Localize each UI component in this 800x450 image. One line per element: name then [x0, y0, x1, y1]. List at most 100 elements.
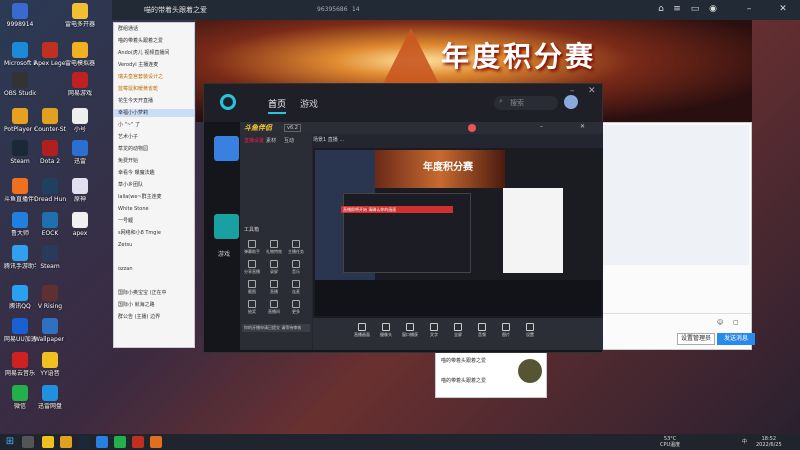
desktop-icon[interactable]: 腾讯QQ: [4, 285, 36, 310]
chat-member-row[interactable]: 群组通话: [114, 25, 194, 33]
tool-button[interactable]: 连麦: [288, 280, 304, 295]
desktop-icon[interactable]: 腾讯手游助手: [4, 245, 36, 270]
tool-button[interactable]: 弹幕助手: [244, 240, 260, 255]
sidebar-item[interactable]: [214, 136, 239, 161]
desktop-icon[interactable]: 雷电模拟器: [64, 42, 96, 67]
tab-live-settings[interactable]: 直播设置: [244, 137, 264, 144]
minimize-icon[interactable]: –: [742, 2, 756, 16]
desktop-icon[interactable]: PotPlayer 64 bit: [4, 108, 36, 133]
chat-member-row[interactable]: 群公告 (主播) 边界: [114, 313, 194, 321]
toolbar-button[interactable]: 全屏: [449, 323, 467, 338]
tab-materials[interactable]: 素材: [266, 137, 276, 144]
tab-interact[interactable]: 互动: [284, 137, 294, 144]
gamepad-icon[interactable]: ▭: [688, 2, 702, 16]
chat-member-row[interactable]: 艺术小子: [114, 133, 194, 141]
desktop-icon[interactable]: OBS Studio: [4, 72, 36, 97]
close-icon[interactable]: ✕: [776, 2, 790, 16]
wechat-icon[interactable]: [114, 436, 126, 448]
chat-member-row[interactable]: Verodyl 主播连麦: [114, 61, 194, 69]
input-language[interactable]: 中: [742, 439, 747, 445]
tool-button[interactable]: 录屏: [266, 260, 282, 275]
tool-button[interactable]: 截图: [244, 280, 260, 295]
chat-member-row[interactable]: ozzan: [114, 265, 194, 273]
taskbar-app-icon[interactable]: [150, 436, 162, 448]
desktop-icon[interactable]: Dread Hunger: [34, 178, 66, 203]
desktop-icon[interactable]: apex: [64, 212, 96, 237]
chat-member-row[interactable]: 一号鲤: [114, 217, 194, 225]
emoji-icon[interactable]: ☺: [717, 319, 723, 326]
avatar[interactable]: [468, 124, 476, 132]
tool-button[interactable]: 更多: [288, 300, 304, 315]
desktop-icon[interactable]: EOCK: [34, 212, 66, 237]
chat-member-row[interactable]: 草龙的动物园: [114, 145, 194, 153]
desktop-icon[interactable]: Dota 2: [34, 140, 66, 165]
taskbar-app-icon[interactable]: [132, 436, 144, 448]
tab-home[interactable]: 首页: [268, 97, 287, 114]
chat-member-row[interactable]: 幸福小小萝莉: [114, 109, 194, 117]
chat-member-row[interactable]: 草小乡团队: [114, 181, 194, 189]
tool-button[interactable]: 抽奖: [244, 300, 260, 315]
chat-member-row[interactable]: 瑞夫皇宫套装设计之: [114, 73, 194, 81]
desktop-icon[interactable]: 网易UU加速器: [4, 318, 36, 343]
toolbar-button[interactable]: 音频: [473, 323, 491, 338]
desktop-icon[interactable]: YY语音: [34, 352, 66, 377]
toolbar-button[interactable]: 设置: [521, 323, 539, 338]
controller-icon[interactable]: ◉: [706, 2, 720, 16]
chat-member-row[interactable]: [114, 253, 194, 261]
toolbar-button[interactable]: 窗口捕获: [401, 323, 419, 338]
chat-member-row[interactable]: White Stone: [114, 205, 194, 213]
tool-button[interactable]: 分享直播: [244, 260, 260, 275]
windows-start-icon[interactable]: ⊞: [4, 436, 16, 448]
desktop-icon[interactable]: 小号: [64, 108, 96, 133]
chat-member-row[interactable]: Zetsu: [114, 241, 194, 249]
desktop-icon[interactable]: V Rising: [34, 285, 66, 310]
toolbar-button[interactable]: 文字: [425, 323, 443, 338]
chat-member-row[interactable]: [114, 277, 194, 285]
search-input[interactable]: 搜索: [494, 96, 558, 110]
desktop-icon[interactable]: 网易云音乐: [4, 352, 36, 377]
tool-button[interactable]: 主播任务: [288, 240, 304, 255]
send-button[interactable]: 发送消息: [717, 333, 755, 345]
desktop-icon[interactable]: 迅雷网盘: [34, 385, 66, 410]
taskbar-app-icon[interactable]: [60, 436, 72, 448]
tool-button[interactable]: 直播: [266, 280, 282, 295]
chat-member-row[interactable]: 蓝莓鼠和暖黄雀乾: [114, 85, 194, 93]
chat-member-row[interactable]: 花生今天开直播: [114, 97, 194, 105]
desktop-icon[interactable]: Wallpaper Engine: [34, 318, 66, 343]
desktop-icon[interactable]: Apex Legends: [34, 42, 66, 67]
file-explorer-icon[interactable]: [42, 436, 54, 448]
chat-member-row[interactable]: Ando(虎儿 视频直播间: [114, 49, 194, 57]
toolbar-button[interactable]: 图片: [497, 323, 515, 338]
close-icon[interactable]: ✕: [588, 86, 596, 96]
chat-member-row[interactable]: 小 "~" 了: [114, 121, 194, 129]
minimize-icon[interactable]: –: [570, 86, 575, 96]
desktop-icon[interactable]: Counter-Strike Global Off: [34, 108, 66, 133]
desktop-icon[interactable]: 9998914: [4, 3, 36, 28]
search-icon[interactable]: [22, 436, 34, 448]
chat-member-row[interactable]: 免费开始: [114, 157, 194, 165]
chat-member-row[interactable]: lalla(we~群主连麦: [114, 193, 194, 201]
desktop-icon[interactable]: 微信: [4, 385, 36, 410]
chat-member-row[interactable]: 幸看今 曝魔法趣: [114, 169, 194, 177]
close-icon[interactable]: ✕: [580, 123, 585, 130]
desktop-icon[interactable]: Steam: [34, 245, 66, 270]
desktop-icon[interactable]: 鲁大师: [4, 212, 36, 237]
chat-member-row[interactable]: 国际小 就海之路: [114, 301, 194, 309]
admin-button[interactable]: 设置管理员: [677, 333, 715, 345]
scene-tabs[interactable]: 场景1 直播 ...: [313, 136, 344, 143]
folder-icon[interactable]: ▢: [733, 319, 739, 326]
minimize-icon[interactable]: –: [540, 123, 543, 130]
tool-button[interactable]: 直播间: [266, 300, 282, 315]
desktop-icon[interactable]: 斗鱼直播伴侣: [4, 178, 36, 203]
edge-icon[interactable]: [96, 436, 108, 448]
desktop-icon[interactable]: 迅雷: [64, 140, 96, 165]
tool-button[interactable]: 礼物特效: [266, 240, 282, 255]
desktop-icon[interactable]: 雷电多开器: [64, 3, 96, 28]
toolbar-button[interactable]: 摄像头: [377, 323, 395, 338]
desktop-icon[interactable]: Steam: [4, 140, 36, 165]
sidebar-item[interactable]: [214, 214, 239, 239]
desktop-icon[interactable]: 原神: [64, 178, 96, 203]
tab-games[interactable]: 游戏: [300, 97, 318, 110]
desktop-icon[interactable]: 网易游戏: [64, 72, 96, 97]
home-icon[interactable]: ⌂: [654, 2, 668, 16]
